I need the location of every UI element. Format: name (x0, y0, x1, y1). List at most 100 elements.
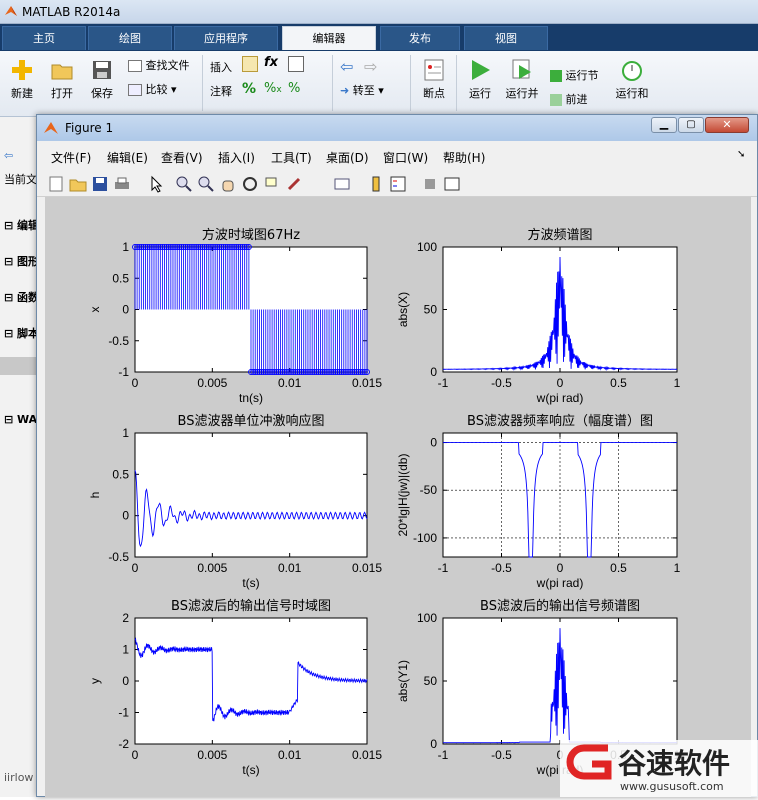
minimize-button[interactable]: ▁ (651, 117, 677, 133)
figure-canvas: 0 0.005 0.01 0.015 -1 -0.5 0 0.5 1 方波时域图67Hz tn(s)… (45, 197, 751, 797)
matlab-logo-icon (4, 4, 18, 18)
y-tick-label: 0 (122, 303, 129, 317)
compare-button[interactable]: 比较 ▾ (128, 81, 177, 97)
compare-icon (128, 84, 142, 96)
section-editing[interactable]: ⊟ 编辑 (4, 217, 40, 233)
percent-icon[interactable]: % (242, 81, 256, 97)
x-tick-label: 0.005 (197, 748, 227, 762)
floppy-icon (91, 59, 113, 81)
goto-arrow-icon: ➜ (340, 84, 350, 97)
x-tick-label: -1 (438, 561, 449, 575)
new-figure-icon[interactable] (47, 175, 65, 193)
run-advance-button[interactable]: 运行并 (502, 59, 542, 101)
hide-plot-tools-icon[interactable] (421, 175, 439, 193)
current-folder-label: 当前文 (4, 173, 37, 186)
menu-desktop[interactable]: 桌面(D) (326, 149, 369, 166)
figure-title: Figure 1 (65, 121, 114, 135)
section-graphics[interactable]: ⊟ 图形 (4, 253, 40, 269)
y-axis-label: x (88, 307, 102, 313)
x-tick-label: 1 (674, 561, 681, 575)
figure-window: Figure 1 ▁ ▢ ✕ 文件(F) 编辑(E) 查看(V) 插入(I) 工… (36, 114, 758, 797)
advance-icon (550, 94, 562, 106)
section-functions[interactable]: ⊟ 函数 (4, 289, 40, 305)
tab-plots[interactable]: 绘图 (88, 26, 172, 50)
figure-menu-bar: 文件(F) 编辑(E) 查看(V) 插入(I) 工具(T) 桌面(D) 窗口(W… (37, 141, 757, 171)
pointer-icon[interactable] (147, 175, 165, 193)
section-scripts[interactable]: ⊟ 脚本 (4, 325, 40, 341)
find-files-icon (128, 60, 142, 72)
x-axis-label: t(s) (242, 763, 259, 777)
menu-tools[interactable]: 工具(T) (271, 149, 312, 166)
axes-box (134, 617, 368, 745)
advance-button[interactable]: 前进 (550, 91, 588, 107)
save-button[interactable]: 保存 (86, 59, 118, 101)
file-name-label: iirlow (4, 771, 34, 784)
forward-arrow-icon[interactable]: ⇨ (364, 57, 377, 76)
y-tick-label: 50 (424, 674, 438, 688)
insert-section-icon[interactable] (242, 56, 258, 72)
goto-button[interactable]: ➜ 转至 ▾ (340, 82, 384, 98)
save-figure-icon[interactable] (91, 175, 109, 193)
x-tick-label: 0.015 (352, 748, 382, 762)
fx-button[interactable]: fx (264, 55, 278, 70)
x-axis-label: w(pi rad) (536, 576, 584, 590)
open-button[interactable]: 打开 (46, 59, 78, 101)
tab-view[interactable]: 视图 (464, 26, 548, 50)
breakpoints-button[interactable]: 断点 (418, 59, 450, 101)
x-axis-label: tn(s) (239, 391, 263, 405)
run-and-time-button[interactable]: 运行和 (612, 59, 652, 101)
back-arrow-icon[interactable]: ⇦ (340, 57, 353, 76)
chart-title: BS滤波器频率响应（幅度谱）图 (467, 413, 653, 429)
pan-hand-icon[interactable] (219, 175, 237, 193)
rotate-3d-icon[interactable] (241, 175, 259, 193)
menu-file[interactable]: 文件(F) (51, 149, 91, 166)
subplot-2: -1 -0.5 0 0.5 1 0 50 100 方波频谱图 w(pi rad) abs(X) (396, 227, 681, 405)
comment-button[interactable]: 注释 (210, 83, 232, 99)
print-icon[interactable] (113, 175, 131, 193)
menu-edit[interactable]: 编辑(E) (107, 149, 148, 166)
tab-editor[interactable]: 编辑器 (282, 26, 376, 50)
y-tick-label: -0.5 (108, 334, 129, 348)
run-button[interactable]: 运行 (464, 59, 496, 101)
dock-arrow-icon[interactable]: ➘ (737, 149, 745, 160)
selected-row (0, 357, 40, 375)
brush-icon[interactable] (285, 175, 303, 193)
tab-home[interactable]: 主页 (2, 26, 86, 50)
find-files-button[interactable]: 查找文件 (128, 57, 190, 73)
menu-window[interactable]: 窗口(W) (383, 149, 428, 166)
uncomment-icon[interactable]: %x (264, 81, 282, 96)
section-warnings[interactable]: ⊟ WA (4, 413, 40, 426)
wrap-comment-icon[interactable]: % (288, 81, 300, 96)
run-section-button[interactable]: 运行节 (550, 67, 599, 83)
data-cursor-icon[interactable] (263, 175, 281, 193)
chart-title: 方波频谱图 (527, 227, 592, 243)
tab-publish[interactable]: 发布 (380, 26, 460, 50)
x-tick-label: -0.5 (491, 748, 512, 762)
subplot-4: -1 -0.5 0 0.5 1 -100 -50 0 BS滤波器频率响应（幅度谱）图 w(pi r… (396, 413, 681, 590)
subplot-5: 0 0.005 0.01 0.015 -2 -1 0 1 2 BS滤波后的输出信号时域图 t(s) y (88, 598, 382, 777)
insert-button[interactable]: 插入 (210, 59, 232, 75)
open-file-icon[interactable] (69, 175, 87, 193)
new-button[interactable]: 新建 (6, 59, 38, 101)
close-button[interactable]: ✕ (705, 117, 749, 133)
menu-help[interactable]: 帮助(H) (443, 149, 485, 166)
link-plot-icon[interactable] (333, 175, 351, 193)
maximize-button[interactable]: ▢ (678, 117, 704, 133)
y-tick-label: -100 (413, 531, 437, 545)
y-tick-label: 1 (122, 426, 129, 440)
tab-apps[interactable]: 应用程序 (174, 26, 278, 50)
colorbar-icon[interactable] (367, 175, 385, 193)
breakpoint-icon (423, 59, 445, 81)
insert-function-icon[interactable] (288, 56, 304, 72)
legend-icon[interactable] (389, 175, 407, 193)
x-tick-label: 0 (557, 561, 564, 575)
x-tick-label: 0.015 (352, 376, 382, 390)
menu-view[interactable]: 查看(V) (161, 149, 203, 166)
zoom-in-icon[interactable] (175, 175, 193, 193)
nav-back-icon[interactable]: ⇦ (4, 149, 13, 162)
menu-insert[interactable]: 插入(I) (218, 149, 255, 166)
zoom-out-icon[interactable] (197, 175, 215, 193)
show-plot-tools-icon[interactable] (443, 175, 461, 193)
chart-title: BS滤波器单位冲激响应图 (178, 413, 325, 429)
x-axis-label: t(s) (242, 576, 259, 590)
